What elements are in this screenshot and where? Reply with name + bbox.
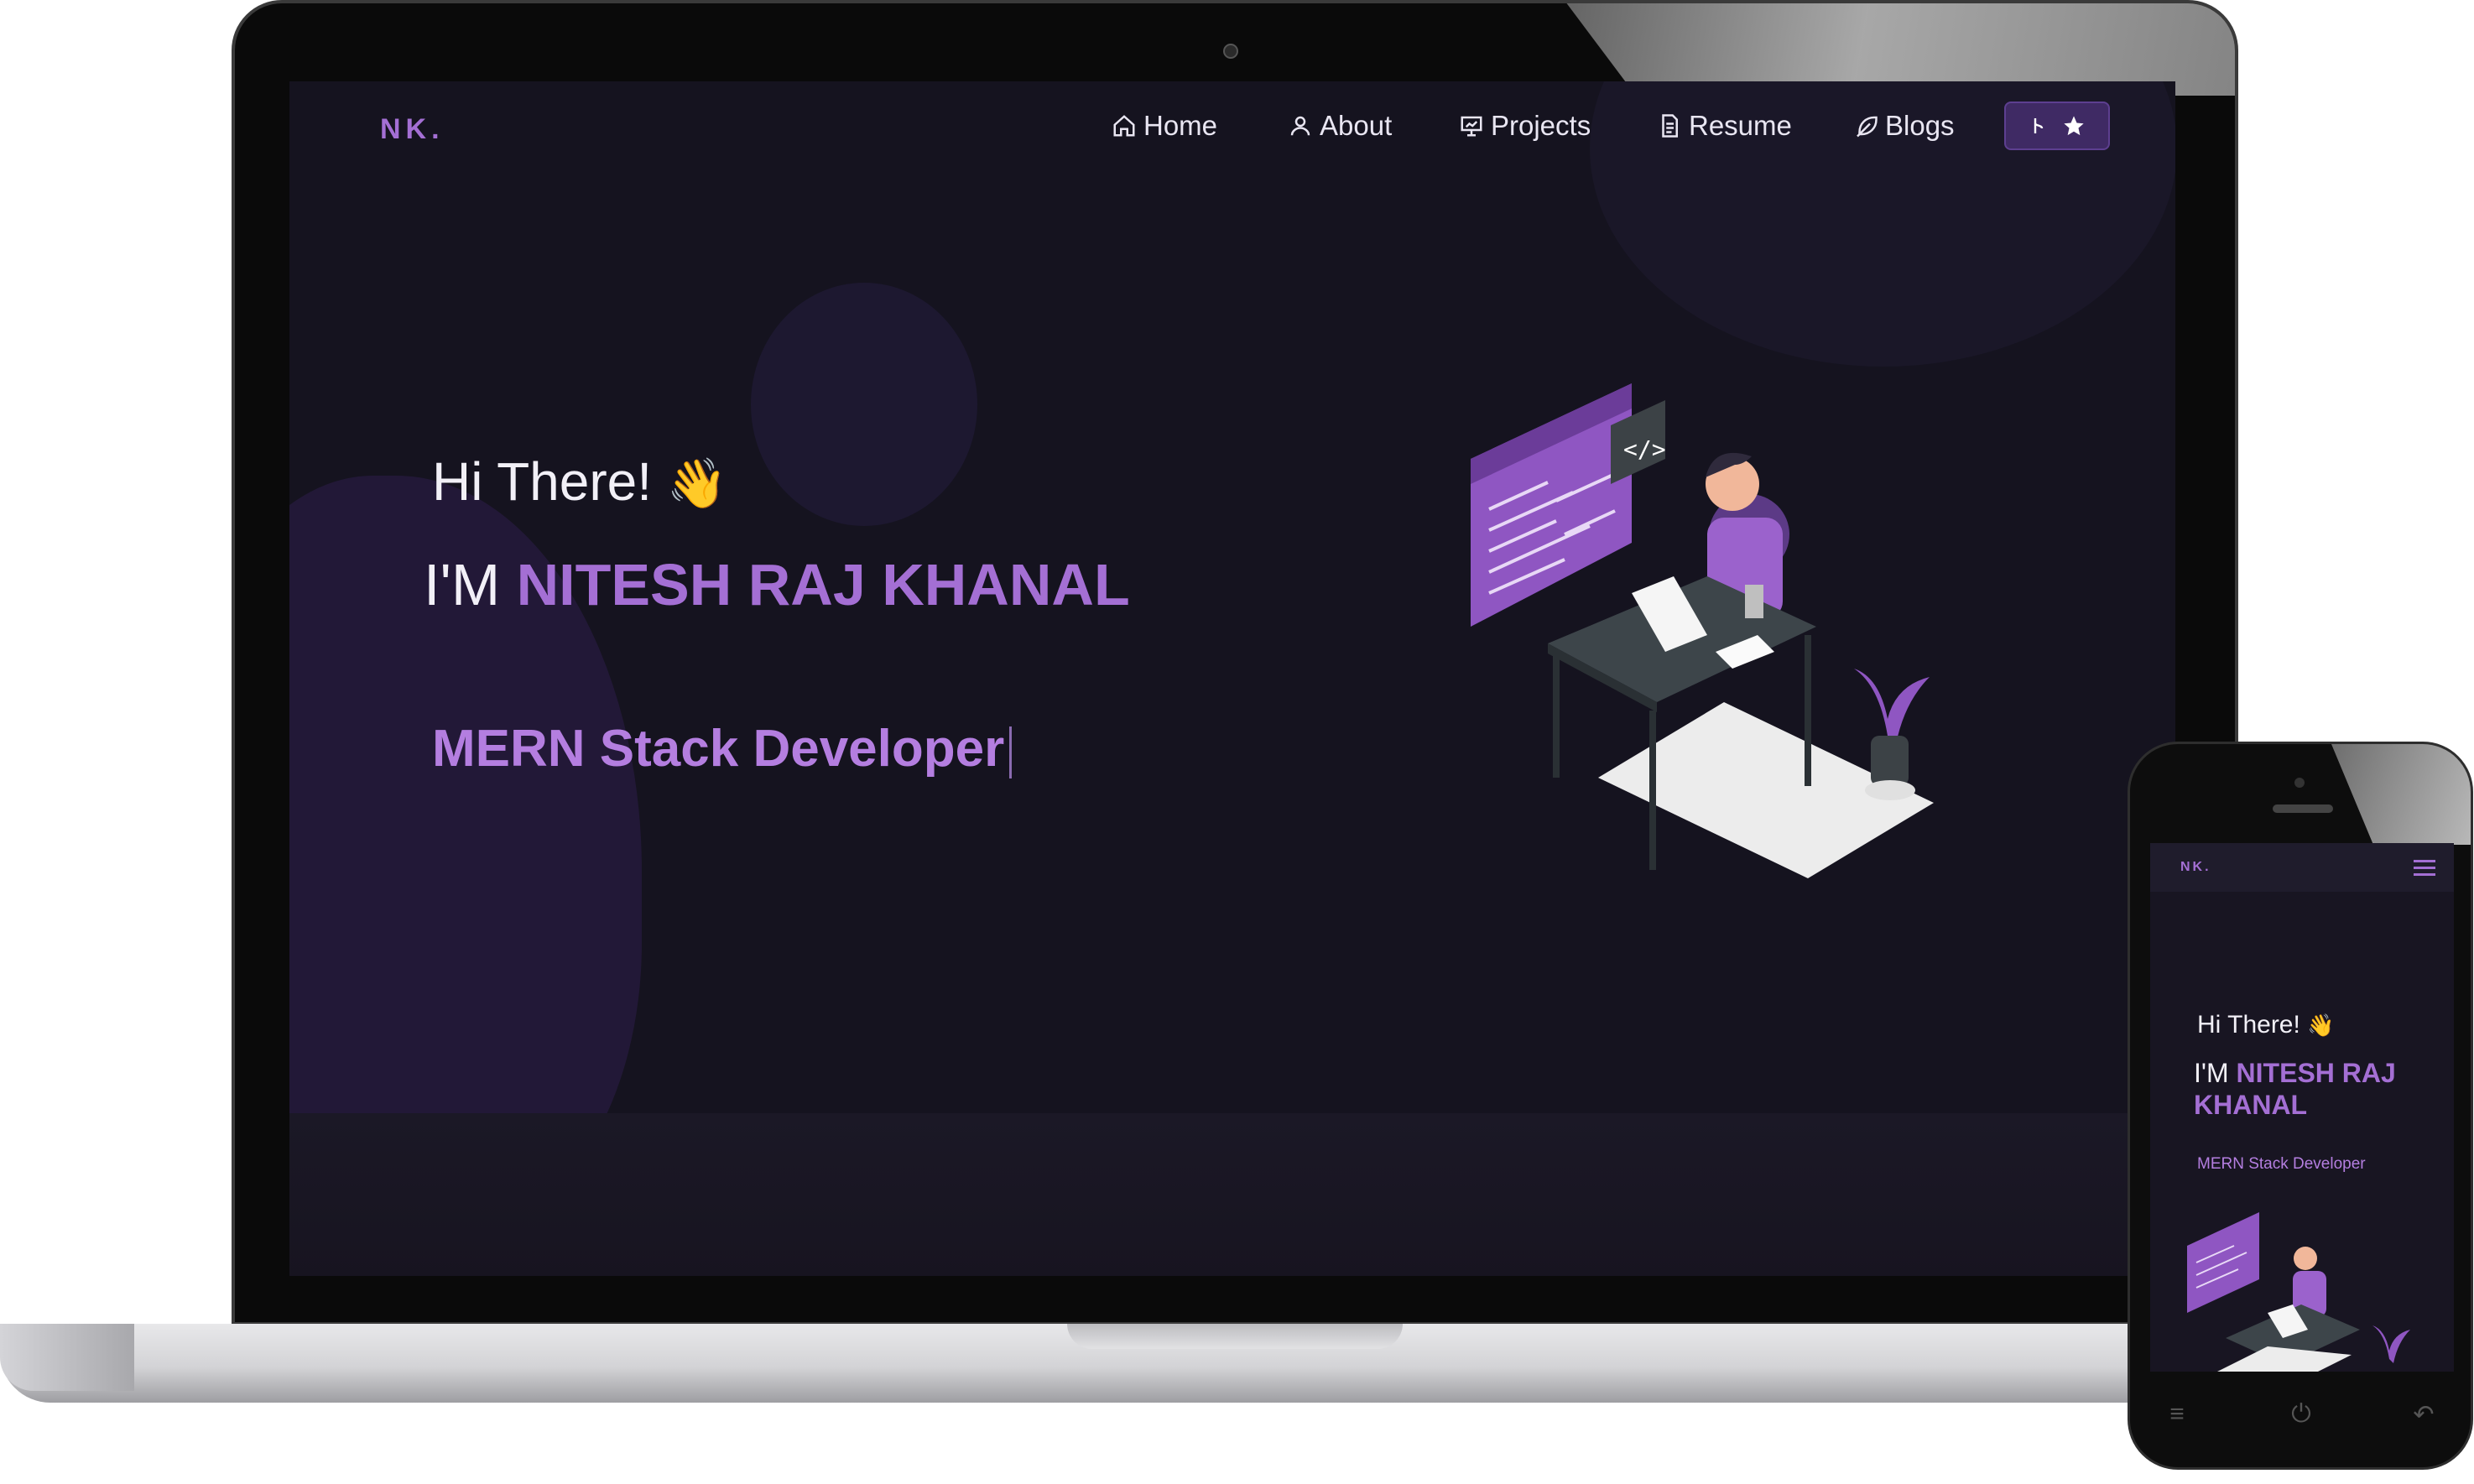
hero-role-text: MERN Stack Developer xyxy=(432,720,1005,778)
mobile-hero-name: I'M NITESH RAJ KHANAL xyxy=(2194,1057,2445,1121)
nav-blogs[interactable]: Blogs xyxy=(1853,110,1955,142)
svg-text:</>: </> xyxy=(1623,435,1666,463)
site-logo[interactable]: NK. xyxy=(380,113,445,146)
nav-resume[interactable]: Resume xyxy=(1657,110,1792,142)
nav-home[interactable]: Home xyxy=(1112,110,1217,142)
phone-camera xyxy=(2294,778,2305,788)
hero-role: MERN Stack Developer xyxy=(432,719,1013,778)
mobile-name-prefix: I'M xyxy=(2194,1058,2237,1088)
phone-screen: NK. Hi There! 👋 I'M NITESH RAJ KHANAL ME… xyxy=(2150,843,2454,1372)
mobile-greeting-text: Hi There! xyxy=(2197,1011,2300,1039)
nav-about[interactable]: About xyxy=(1288,110,1392,142)
mobile-site-logo[interactable]: NK. xyxy=(2180,860,2211,875)
hero-name: I'M NITESH RAJ KHANAL xyxy=(424,551,1130,618)
power-icon[interactable]: ⏻ xyxy=(2284,1400,2318,1434)
nav-about-label: About xyxy=(1320,110,1393,141)
phone-frame: NK. Hi There! 👋 I'M NITESH RAJ KHANAL ME… xyxy=(2128,742,2473,1470)
laptop-hinge xyxy=(0,1324,134,1391)
mobile-navbar: NK. xyxy=(2150,843,2454,892)
developer-illustration xyxy=(2187,1212,2410,1372)
back-icon[interactable]: ↶ xyxy=(2407,1400,2440,1434)
mobile-menu-button[interactable]: ≡ xyxy=(2160,1400,2194,1434)
home-icon xyxy=(1113,115,1135,137)
nav-projects-label: Projects xyxy=(1491,110,1591,141)
document-icon xyxy=(1662,114,1678,138)
hero-name-prefix: I'M xyxy=(424,552,517,617)
hero-name-highlight: NITESH RAJ KHANAL xyxy=(516,552,1130,617)
wave-emoji-icon: 👋 xyxy=(666,456,728,511)
mobile-hero-role: MERN Stack Developer xyxy=(2197,1155,2366,1173)
star-icon xyxy=(2064,116,2084,136)
wave-emoji-icon: 👋 xyxy=(2307,1013,2335,1038)
laptop-camera xyxy=(1223,44,1238,59)
hamburger-menu-icon[interactable] xyxy=(2414,860,2435,877)
nav-home-label: Home xyxy=(1143,110,1218,141)
developer-illustration: </> xyxy=(1471,383,1934,878)
feather-icon xyxy=(1857,116,1878,138)
user-icon xyxy=(1290,116,1310,136)
github-fork-star-button[interactable] xyxy=(2004,102,2110,150)
background-blob xyxy=(751,283,977,526)
nav-resume-label: Resume xyxy=(1689,110,1792,141)
phone-speaker xyxy=(2273,804,2333,813)
presentation-icon xyxy=(1461,116,1482,137)
nav-blogs-label: Blogs xyxy=(1885,110,1955,141)
laptop-screen: NK. Home About Projects Resume Blogs Hi … xyxy=(289,81,2175,1276)
phone-glare xyxy=(2331,744,2471,845)
nav-projects[interactable]: Projects xyxy=(1459,110,1591,142)
mobile-hero-greeting: Hi There! 👋 xyxy=(2197,1011,2335,1039)
background-floor xyxy=(289,1113,2175,1276)
hero-greeting-text: Hi There! xyxy=(432,451,653,512)
navbar: NK. Home About Projects Resume Blogs xyxy=(289,81,2175,174)
hero-greeting: Hi There! 👋 xyxy=(432,450,727,513)
fork-icon xyxy=(2034,118,2044,133)
laptop-notch xyxy=(1067,1324,1403,1349)
typing-cursor xyxy=(1009,726,1013,778)
